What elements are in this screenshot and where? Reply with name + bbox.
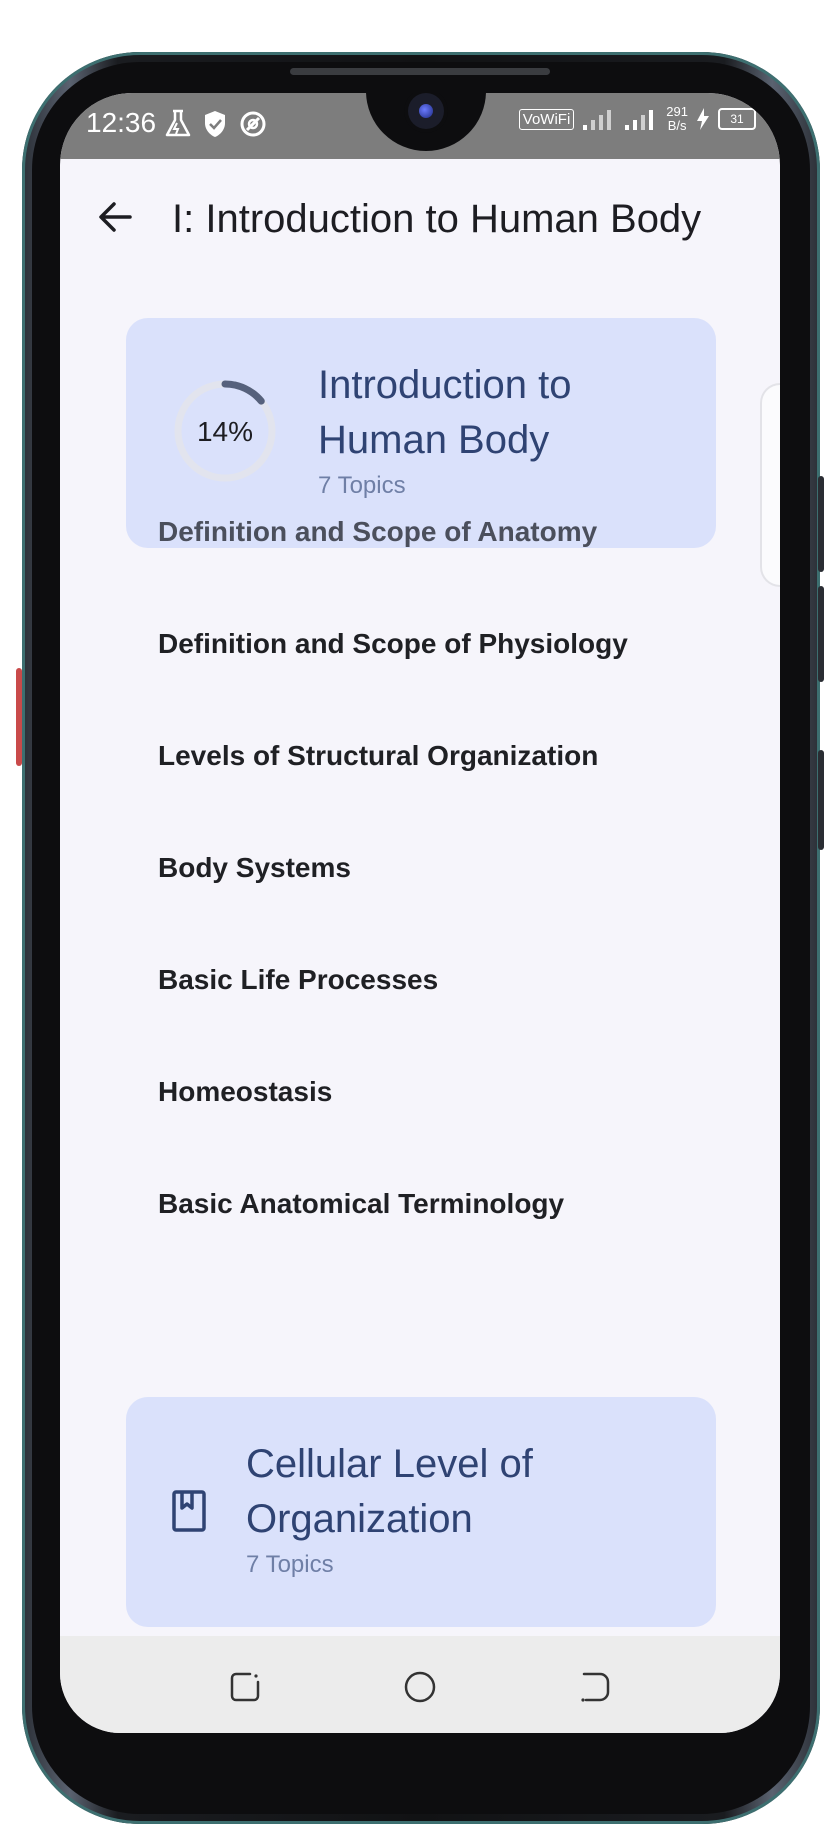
back-gesture-icon[interactable] bbox=[578, 1670, 612, 1704]
speaker-grille bbox=[290, 68, 550, 75]
chapter-topics-count: 7 Topics bbox=[318, 472, 406, 499]
status-bar: 12:36 VoWiFi 291 B/s 31 bbox=[60, 93, 780, 159]
topic-item-structural-organization[interactable]: Levels of Structural Organization bbox=[158, 726, 718, 786]
status-icons-left bbox=[164, 109, 268, 139]
topic-item-life-processes[interactable]: Basic Life Processes bbox=[158, 950, 718, 1010]
progress-percent: 14% bbox=[196, 416, 254, 447]
volume-down-button bbox=[818, 586, 824, 682]
home-circle-icon[interactable] bbox=[403, 1670, 437, 1704]
side-button-left bbox=[16, 668, 22, 766]
system-nav-bar bbox=[60, 1636, 780, 1733]
signal-icon-2 bbox=[625, 110, 654, 130]
signal-icon bbox=[583, 110, 612, 130]
topic-item-anatomy[interactable]: Definition and Scope of Anatomy bbox=[158, 502, 718, 562]
arrow-left-icon[interactable] bbox=[92, 193, 140, 241]
recents-icon[interactable] bbox=[228, 1670, 262, 1704]
side-panel-handle[interactable] bbox=[760, 383, 780, 587]
app-bar: I: Introduction to Human Body bbox=[60, 159, 780, 271]
chapter-title-line2: Human Body bbox=[318, 418, 550, 462]
book-icon bbox=[172, 1490, 206, 1532]
screen: 12:36 VoWiFi 291 B/s 31 I: Introduction … bbox=[60, 93, 780, 1733]
shield-check-icon bbox=[205, 111, 225, 137]
chapter-title-line1: Cellular Level of bbox=[246, 1442, 533, 1486]
front-camera bbox=[408, 93, 444, 129]
status-icons-right: VoWiFi 291 B/s 31 bbox=[518, 105, 756, 133]
battery-indicator: 31 bbox=[718, 108, 756, 130]
chapter-card-cellular[interactable]: Cellular Level of Organization 7 Topics bbox=[126, 1397, 716, 1627]
chapter-title-line1: Introduction to bbox=[318, 363, 572, 407]
topic-item-physiology[interactable]: Definition and Scope of Physiology bbox=[158, 614, 718, 674]
data-saver-icon bbox=[240, 111, 266, 137]
net-speed-value: 291 bbox=[666, 104, 688, 119]
power-button bbox=[818, 750, 824, 850]
chapter-title: Introduction to Human Body bbox=[318, 358, 572, 468]
chapter-title-line2: Organization bbox=[246, 1497, 473, 1541]
page-title: I: Introduction to Human Body bbox=[172, 197, 702, 241]
net-speed: 291 B/s bbox=[666, 105, 688, 133]
volume-up-button bbox=[818, 476, 824, 572]
chapter-title: Cellular Level of Organization bbox=[246, 1437, 533, 1547]
topic-item-body-systems[interactable]: Body Systems bbox=[158, 838, 718, 898]
topic-item-terminology[interactable]: Basic Anatomical Terminology bbox=[158, 1174, 718, 1234]
topic-item-homeostasis[interactable]: Homeostasis bbox=[158, 1062, 718, 1122]
flask-icon bbox=[165, 109, 191, 137]
chapter-topics-count: 7 Topics bbox=[246, 1551, 334, 1578]
vowifi-indicator: VoWiFi bbox=[518, 108, 575, 130]
net-speed-unit: B/s bbox=[667, 118, 687, 133]
back-button[interactable] bbox=[92, 193, 140, 241]
status-time: 12:36 bbox=[86, 107, 157, 138]
charging-bolt-icon bbox=[697, 108, 709, 130]
